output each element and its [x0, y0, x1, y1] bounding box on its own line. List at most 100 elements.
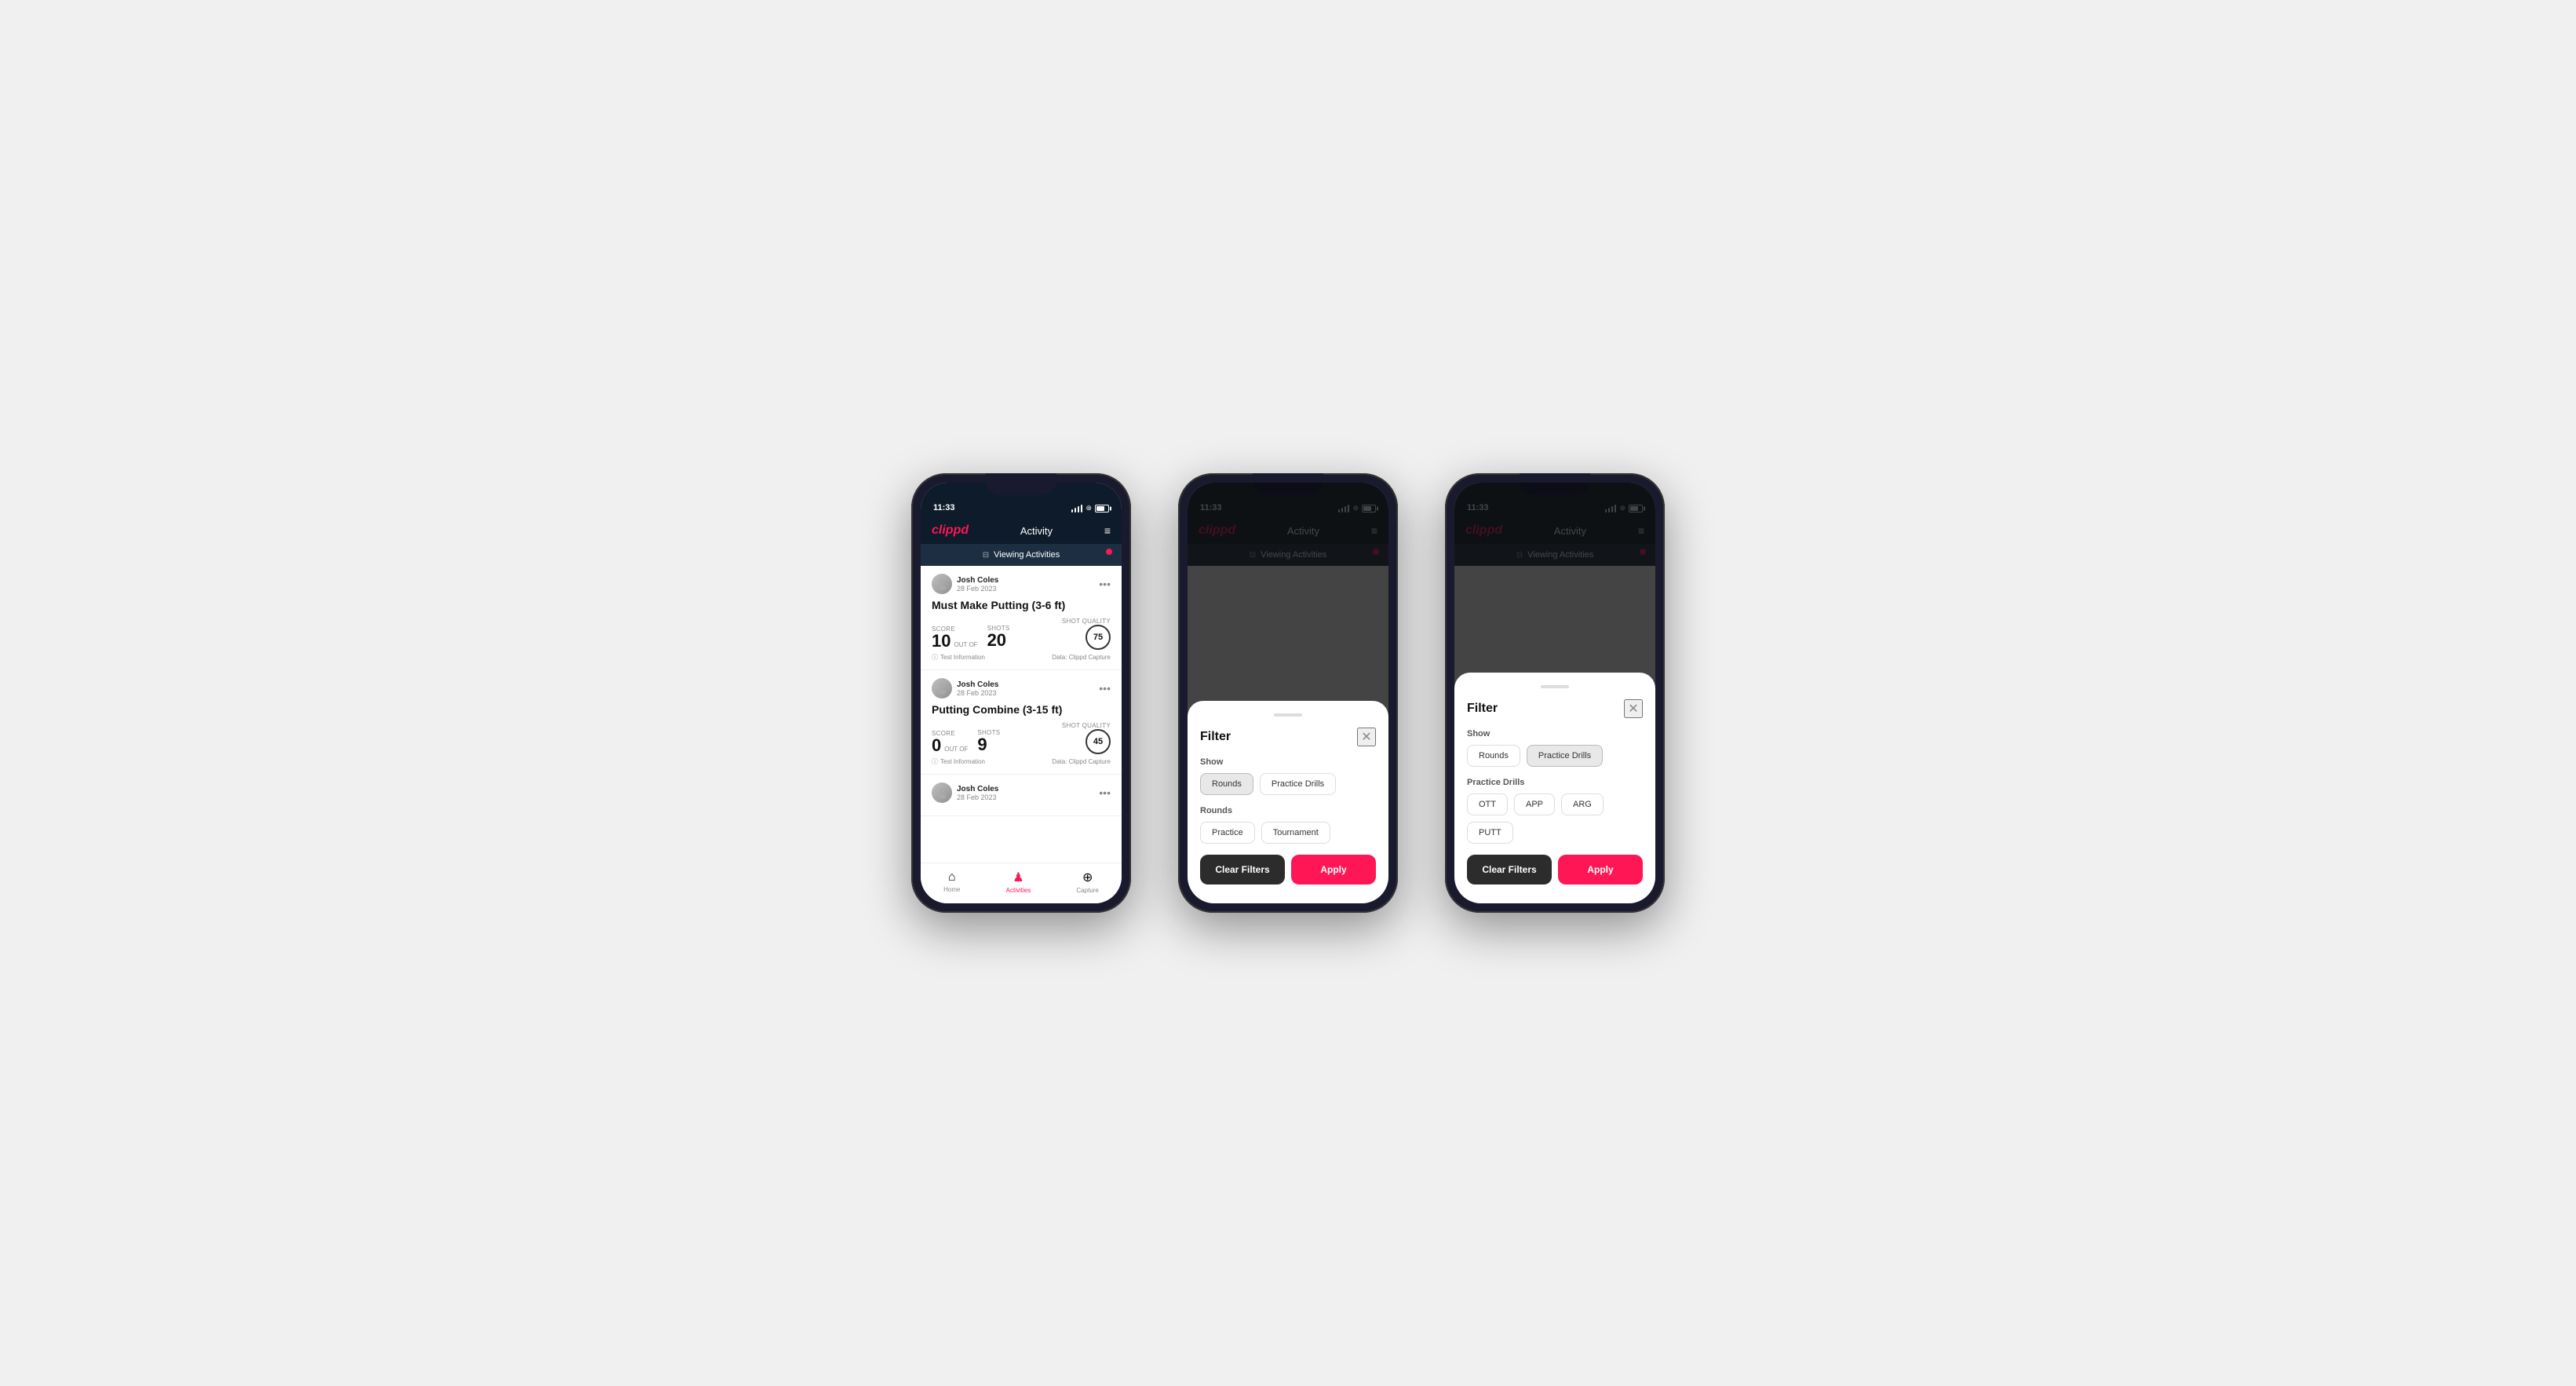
wifi-icon-1: ⊛	[1085, 504, 1092, 512]
filter-title-3: Filter	[1467, 702, 1498, 716]
nav-activities-label-1: Activities	[1006, 887, 1031, 894]
out-of-1: OUT OF	[954, 641, 977, 648]
card-header-3: Josh Coles 28 Feb 2023 •••	[932, 782, 1111, 803]
chip-rounds-2[interactable]: Rounds	[1200, 773, 1253, 795]
filter-sliders-icon-1: ⊟	[983, 551, 989, 560]
activity-title-1: Must Make Putting (3-6 ft)	[932, 599, 1111, 611]
filter-actions-3: Clear Filters Apply	[1467, 855, 1643, 884]
logo-1: clippd	[932, 523, 969, 538]
activity-title-2: Putting Combine (3-15 ft)	[932, 703, 1111, 716]
user-name-1: Josh Coles	[957, 576, 998, 585]
signal-bars-1	[1071, 505, 1083, 512]
activity-card-2: Josh Coles 28 Feb 2023 ••• Putting Combi…	[921, 670, 1122, 775]
drills-chips-3: OTT APP ARG PUTT	[1467, 793, 1643, 844]
chip-practice-drills-2[interactable]: Practice Drills	[1260, 773, 1336, 795]
viewing-bar-1[interactable]: ⊟ Viewing Activities	[921, 544, 1122, 566]
chip-app-3[interactable]: APP	[1514, 793, 1555, 815]
status-time-1: 11:33	[933, 503, 955, 512]
rounds-section-label-2: Rounds	[1200, 806, 1376, 815]
filter-overlay-3: Filter ✕ Show Rounds Practice Drills Pra…	[1454, 483, 1655, 903]
card-footer-1: ⓘ Test Information Data: Clippd Capture	[932, 653, 1111, 662]
more-dots-3[interactable]: •••	[1099, 786, 1111, 799]
chip-rounds-3[interactable]: Rounds	[1467, 745, 1520, 767]
chip-practice-2[interactable]: Practice	[1200, 822, 1255, 844]
shots-value-1: 20	[987, 630, 1006, 650]
red-dot-1	[1106, 549, 1112, 555]
screen-1: 11:33 ⊛ clippd	[921, 483, 1122, 903]
chip-putt-3[interactable]: PUTT	[1467, 822, 1513, 844]
filter-handle-2	[1274, 713, 1302, 717]
phone-2: 11:33 ⊛ clippd	[1178, 473, 1398, 913]
apply-btn-3[interactable]: Apply	[1558, 855, 1643, 884]
more-dots-1[interactable]: •••	[1099, 578, 1111, 590]
filter-sheet-2: Filter ✕ Show Rounds Practice Drills Rou…	[1188, 701, 1388, 903]
hamburger-icon-1[interactable]: ≡	[1104, 524, 1111, 537]
filter-overlay-2: Filter ✕ Show Rounds Practice Drills Rou…	[1188, 483, 1388, 903]
test-info-1: ⓘ Test Information	[932, 653, 985, 662]
signal-bar-2	[1075, 508, 1077, 512]
battery-fill-1	[1096, 506, 1104, 511]
avatar-3	[932, 782, 952, 803]
battery-1	[1095, 505, 1109, 512]
test-info-2: ⓘ Test Information	[932, 757, 985, 766]
user-info-1: Josh Coles 28 Feb 2023	[932, 574, 998, 594]
app-header-1: clippd Activity ≡	[921, 517, 1122, 544]
chip-tournament-2[interactable]: Tournament	[1261, 822, 1330, 844]
nav-home-1[interactable]: ⌂ Home	[943, 870, 960, 893]
bottom-nav-1: ⌂ Home ♟ Activities ⊕ Capture	[921, 863, 1122, 903]
header-title-1: Activity	[1020, 525, 1053, 537]
avatar-1	[932, 574, 952, 594]
clear-filters-btn-3[interactable]: Clear Filters	[1467, 855, 1552, 884]
capture-icon-1: ⊕	[1082, 870, 1093, 885]
status-icons-1: ⊛	[1071, 504, 1109, 512]
user-name-2: Josh Coles	[957, 680, 998, 689]
activities-icon-1: ♟	[1013, 870, 1023, 885]
nav-activities-1[interactable]: ♟ Activities	[1006, 870, 1031, 894]
data-source-1: Data: Clippd Capture	[1052, 654, 1111, 661]
chip-practice-drills-3[interactable]: Practice Drills	[1527, 745, 1603, 767]
card-footer-2: ⓘ Test Information Data: Clippd Capture	[932, 757, 1111, 766]
avatar-inner-3	[932, 782, 952, 803]
notch-1	[986, 473, 1056, 495]
activity-card-3: Josh Coles 28 Feb 2023 •••	[921, 775, 1122, 816]
nav-home-label-1: Home	[943, 886, 960, 893]
home-icon-1: ⌂	[948, 870, 956, 884]
activity-card-1: Josh Coles 28 Feb 2023 ••• Must Make Put…	[921, 566, 1122, 670]
score-value-2: 0	[932, 737, 941, 754]
shot-quality-badge-2: 45	[1085, 729, 1111, 754]
card-header-1: Josh Coles 28 Feb 2023 •••	[932, 574, 1111, 594]
content-1: Josh Coles 28 Feb 2023 ••• Must Make Put…	[921, 566, 1122, 863]
chip-arg-3[interactable]: ARG	[1561, 793, 1604, 815]
nav-capture-label-1: Capture	[1076, 887, 1098, 894]
filter-actions-2: Clear Filters Apply	[1200, 855, 1376, 884]
avatar-inner-1	[932, 574, 952, 594]
phone-3: 11:33 ⊛ clippd	[1445, 473, 1665, 913]
rounds-chips-2: Practice Tournament	[1200, 822, 1376, 844]
screen-2: 11:33 ⊛ clippd	[1188, 483, 1388, 903]
signal-bar-4	[1081, 505, 1083, 512]
filter-close-btn-2[interactable]: ✕	[1357, 728, 1376, 746]
viewing-bar-text-1: Viewing Activities	[994, 550, 1060, 560]
signal-bar-1	[1071, 509, 1074, 512]
apply-btn-2[interactable]: Apply	[1291, 855, 1376, 884]
more-dots-2[interactable]: •••	[1099, 682, 1111, 695]
user-date-2: 28 Feb 2023	[957, 689, 998, 697]
card-header-2: Josh Coles 28 Feb 2023 •••	[932, 678, 1111, 698]
user-details-2: Josh Coles 28 Feb 2023	[957, 680, 998, 697]
user-info-3: Josh Coles 28 Feb 2023	[932, 782, 998, 803]
signal-bar-3	[1078, 506, 1080, 512]
filter-header-3: Filter ✕	[1467, 699, 1643, 718]
clear-filters-btn-2[interactable]: Clear Filters	[1200, 855, 1285, 884]
nav-capture-1[interactable]: ⊕ Capture	[1076, 870, 1098, 894]
shot-quality-label-2: Shot Quality	[1062, 722, 1111, 729]
chip-ott-3[interactable]: OTT	[1467, 793, 1508, 815]
show-chips-2: Rounds Practice Drills	[1200, 773, 1376, 795]
drills-section-label-3: Practice Drills	[1467, 778, 1643, 787]
filter-header-2: Filter ✕	[1200, 728, 1376, 746]
battery-tip-1	[1110, 506, 1111, 510]
filter-close-btn-3[interactable]: ✕	[1624, 699, 1643, 718]
user-date-3: 28 Feb 2023	[957, 793, 998, 801]
avatar-inner-2	[932, 678, 952, 698]
screen-3: 11:33 ⊛ clippd	[1454, 483, 1655, 903]
data-source-2: Data: Clippd Capture	[1052, 758, 1111, 765]
